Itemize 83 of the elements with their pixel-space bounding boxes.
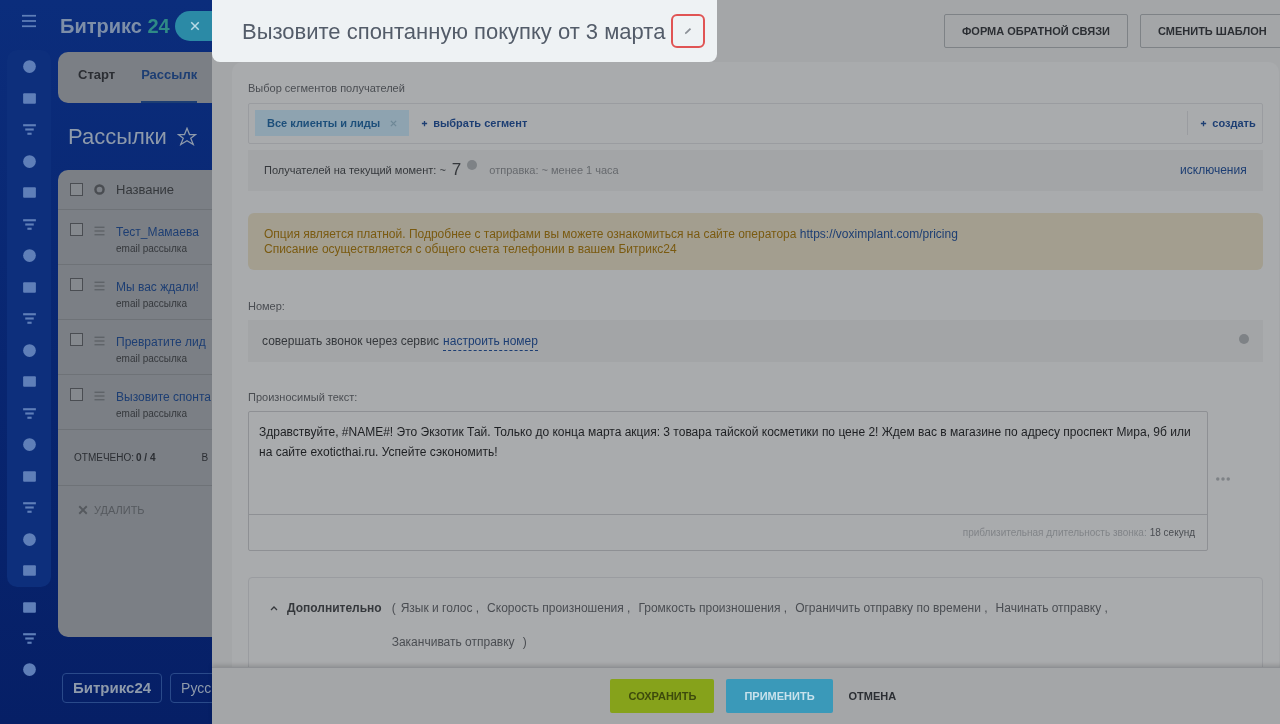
nav-icon[interactable]	[20, 58, 38, 75]
row-link[interactable]: Превратите лид	[116, 333, 206, 351]
logo-button[interactable]: Битрикс24	[62, 673, 163, 703]
menu-icon[interactable]	[20, 14, 38, 28]
option-link[interactable]: Скорость произношения ,	[487, 590, 631, 625]
header-button[interactable]: СМЕНИТЬ ШАБЛОН	[1140, 14, 1280, 48]
sending-time: отправка: ~ менее 1 часа	[489, 162, 619, 178]
nav-icon[interactable]	[20, 310, 38, 327]
duration-value: 18 секунд	[1149, 525, 1195, 540]
segment-field[interactable]: Все клиенты и лиды выбрать сегмент создать	[248, 102, 1263, 144]
nav-icon[interactable]	[20, 661, 38, 678]
pricing-link[interactable]: https://voximplant.com/pricing	[799, 226, 958, 241]
logo: Битрикс 24	[60, 14, 170, 39]
plus-icon[interactable]	[1200, 119, 1208, 127]
more-icon[interactable]	[1216, 476, 1230, 481]
column-header: Название	[116, 180, 175, 199]
field-label: Произносимый текст:	[248, 390, 359, 405]
field-label: Номер:	[248, 298, 286, 314]
nav-icon[interactable]	[20, 562, 38, 579]
row-link[interactable]: Мы вас ждали!	[116, 278, 199, 296]
option-link[interactable]: Язык и голос ,	[400, 590, 480, 625]
nav-icon[interactable]	[20, 436, 38, 453]
segment-chip[interactable]: Все клиенты и лиды	[255, 110, 410, 136]
tab[interactable]: Старт	[78, 64, 116, 103]
drag-handle-icon[interactable]	[93, 281, 106, 291]
option-link[interactable]: Начинать отправку ,	[995, 590, 1108, 625]
nav-icon[interactable]	[20, 499, 38, 516]
recipients-label: Получателей на текущий момент: ~	[264, 162, 446, 178]
recipients-count: 7	[451, 159, 462, 182]
slider-title: Вызовите спонтанную покупку от 3 марта	[242, 17, 666, 46]
row-subtitle: email рассылка	[116, 352, 188, 366]
save-button[interactable]: СОХРАНИТЬ	[610, 679, 715, 713]
configure-number-link[interactable]: настроить номер	[443, 331, 538, 351]
row-subtitle: email рассылка	[116, 242, 188, 256]
nav-icon[interactable]	[20, 599, 38, 616]
plus-icon[interactable]	[421, 119, 429, 127]
selected-count: 0 / 4	[136, 451, 156, 465]
footer-text: В	[201, 451, 209, 465]
page-title: Рассылки	[68, 123, 167, 151]
option-link[interactable]: Ограничить отправку по времени ,	[795, 590, 988, 625]
nav-icon[interactable]	[20, 247, 38, 264]
checkbox[interactable]	[70, 183, 83, 196]
notice-text: Опция является платной. Подробнее с тарифами вы можете ознакомиться на сайте оператора https://voximplant.com/pricing	[264, 226, 959, 242]
speech-text: Здравствуйте, #NAME#! Это Экзотик Тай. Только до конца марта акция: 3 товара тайской косметики по цене 2! Ждем вас в магазине по адресу проспект Мира, 9б или на сайте exoticthai.ru. Успейте сэкономить!	[249, 411, 1207, 515]
drag-handle-icon[interactable]	[93, 226, 106, 236]
checkbox[interactable]	[70, 333, 83, 346]
add-segment-link[interactable]: выбрать сегмент	[433, 114, 528, 132]
drag-handle-icon[interactable]	[93, 391, 106, 401]
edit-icon[interactable]	[671, 14, 706, 48]
bracket: (	[391, 599, 396, 617]
close-icon[interactable]	[78, 505, 88, 516]
create-link[interactable]: создать	[1212, 114, 1256, 132]
exclusions-link[interactable]: исключения	[1180, 161, 1247, 179]
nav-icon[interactable]	[20, 373, 38, 390]
checkbox[interactable]	[70, 223, 83, 236]
header-button[interactable]: ФОРМА ОБРАТНОЙ СВЯЗИ	[943, 14, 1128, 48]
close-button[interactable]	[175, 11, 212, 41]
number-text: совершать звонок через сервис	[262, 333, 440, 350]
option-link[interactable]: Громкость произношения ,	[638, 590, 788, 625]
nav-icon[interactable]	[20, 184, 38, 201]
apply-button[interactable]: ПРИМЕНИТЬ	[726, 679, 833, 713]
field-label: Выбор сегментов получателей	[248, 81, 406, 96]
star-icon[interactable]	[176, 126, 197, 147]
row-subtitle: email рассылка	[116, 297, 188, 311]
checkbox[interactable]	[70, 278, 83, 291]
bracket: )	[522, 633, 527, 651]
drag-handle-icon[interactable]	[93, 336, 106, 346]
section-toggle[interactable]: Дополнительно	[287, 598, 382, 617]
nav-icon[interactable]	[20, 630, 38, 647]
tab[interactable]: Рассылк	[141, 64, 198, 103]
row-subtitle: email рассылка	[116, 407, 188, 421]
nav-icon[interactable]	[20, 530, 38, 548]
nav-icon[interactable]	[20, 341, 38, 359]
option-link[interactable]: Заканчивать отправку	[391, 624, 515, 659]
nav-icon[interactable]	[20, 152, 38, 170]
notice-text: Списание осуществляется с общего счета телефонии в вашем Битрикс24	[264, 241, 678, 257]
speech-text-area[interactable]	[248, 410, 1208, 551]
cancel-button[interactable]: ОТМЕНА	[844, 679, 901, 713]
row-link[interactable]: Тест_Мамаева	[116, 223, 199, 241]
nav-icon[interactable]	[20, 121, 38, 138]
row-link[interactable]: Вызовите спонта	[116, 388, 211, 406]
selected-label: ОТМЕЧЕНО:	[74, 451, 134, 465]
checkbox[interactable]	[70, 388, 83, 401]
